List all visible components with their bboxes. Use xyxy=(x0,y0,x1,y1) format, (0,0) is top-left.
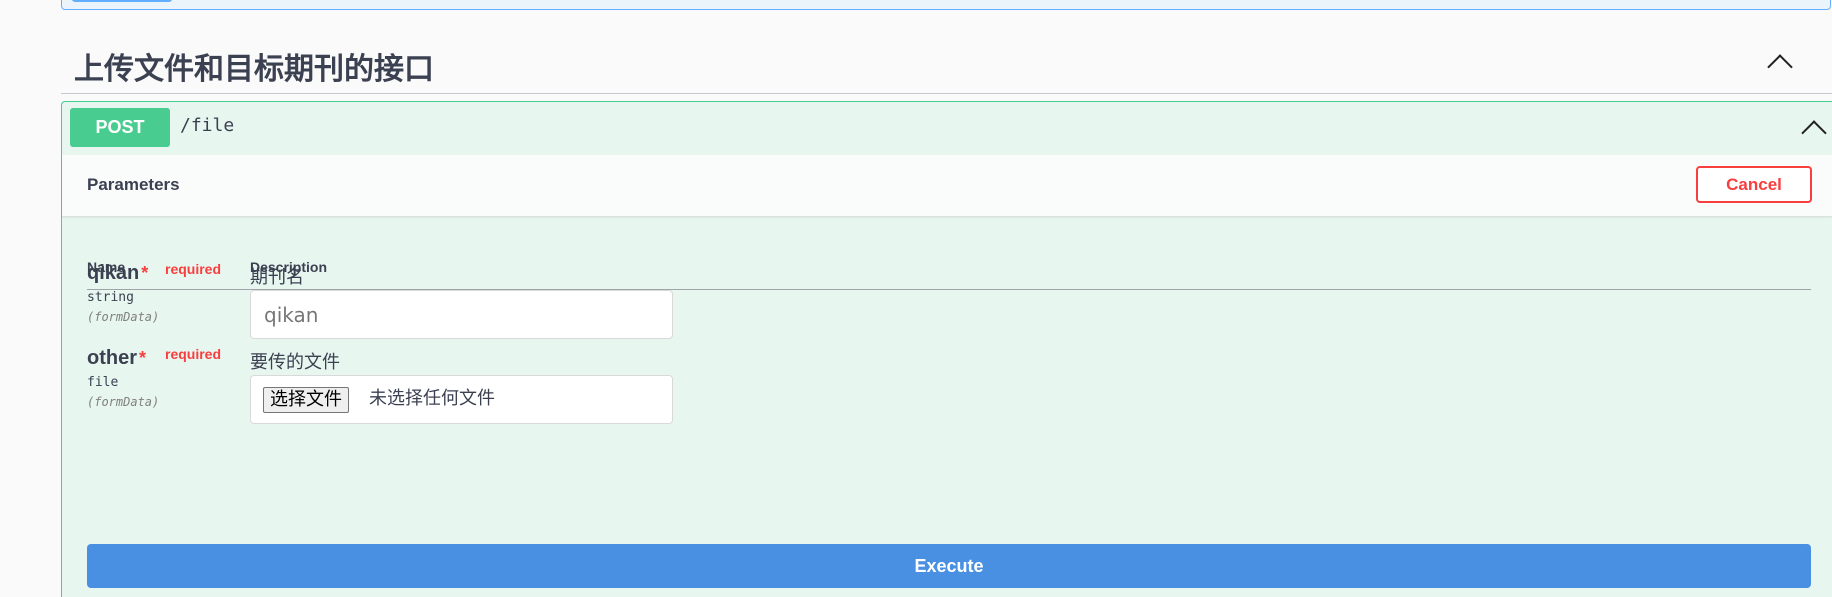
http-method-badge: POST xyxy=(70,108,170,147)
previous-operation-block xyxy=(61,0,1831,10)
param-description: 期刊名 xyxy=(250,267,304,288)
file-field: 选择文件 未选择任何文件 xyxy=(250,375,673,424)
tag-title: 上传文件和目标期刊的接口 xyxy=(74,52,434,87)
required-label: required xyxy=(165,346,222,362)
execute-button[interactable]: Execute xyxy=(87,544,1811,588)
operation-path: /file xyxy=(180,115,235,136)
previous-operation-button[interactable] xyxy=(72,0,172,2)
param-location: (formData) xyxy=(87,310,160,324)
required-label: required xyxy=(165,261,222,277)
cancel-button[interactable]: Cancel xyxy=(1696,166,1812,203)
required-star: * xyxy=(141,263,149,283)
operation-summary[interactable]: POST /file xyxy=(62,102,1832,156)
operation-block: POST /file Parameters Cancel Name Descri… xyxy=(61,101,1832,597)
qikan-input[interactable] xyxy=(251,291,672,338)
param-location: (formData) xyxy=(87,395,160,409)
choose-file-button[interactable]: 选择文件 xyxy=(263,387,349,413)
qikan-field[interactable] xyxy=(250,290,673,339)
param-name: other * xyxy=(87,347,146,370)
file-status-text: 未选择任何文件 xyxy=(369,388,495,409)
param-name-text: other xyxy=(87,347,137,369)
param-type: file xyxy=(87,375,119,390)
chevron-up-icon[interactable] xyxy=(1801,120,1827,146)
tag-section-header[interactable]: 上传文件和目标期刊的接口 xyxy=(61,30,1832,94)
param-description: 要传的文件 xyxy=(250,352,340,373)
param-type: string xyxy=(87,290,134,305)
param-name-text: qikan xyxy=(87,262,140,284)
parameters-title: Parameters xyxy=(87,175,180,194)
param-name: qikan * xyxy=(87,262,148,285)
required-star: * xyxy=(139,348,147,368)
chevron-up-icon[interactable] xyxy=(1767,54,1793,80)
parameters-header: Parameters Cancel xyxy=(62,155,1832,217)
